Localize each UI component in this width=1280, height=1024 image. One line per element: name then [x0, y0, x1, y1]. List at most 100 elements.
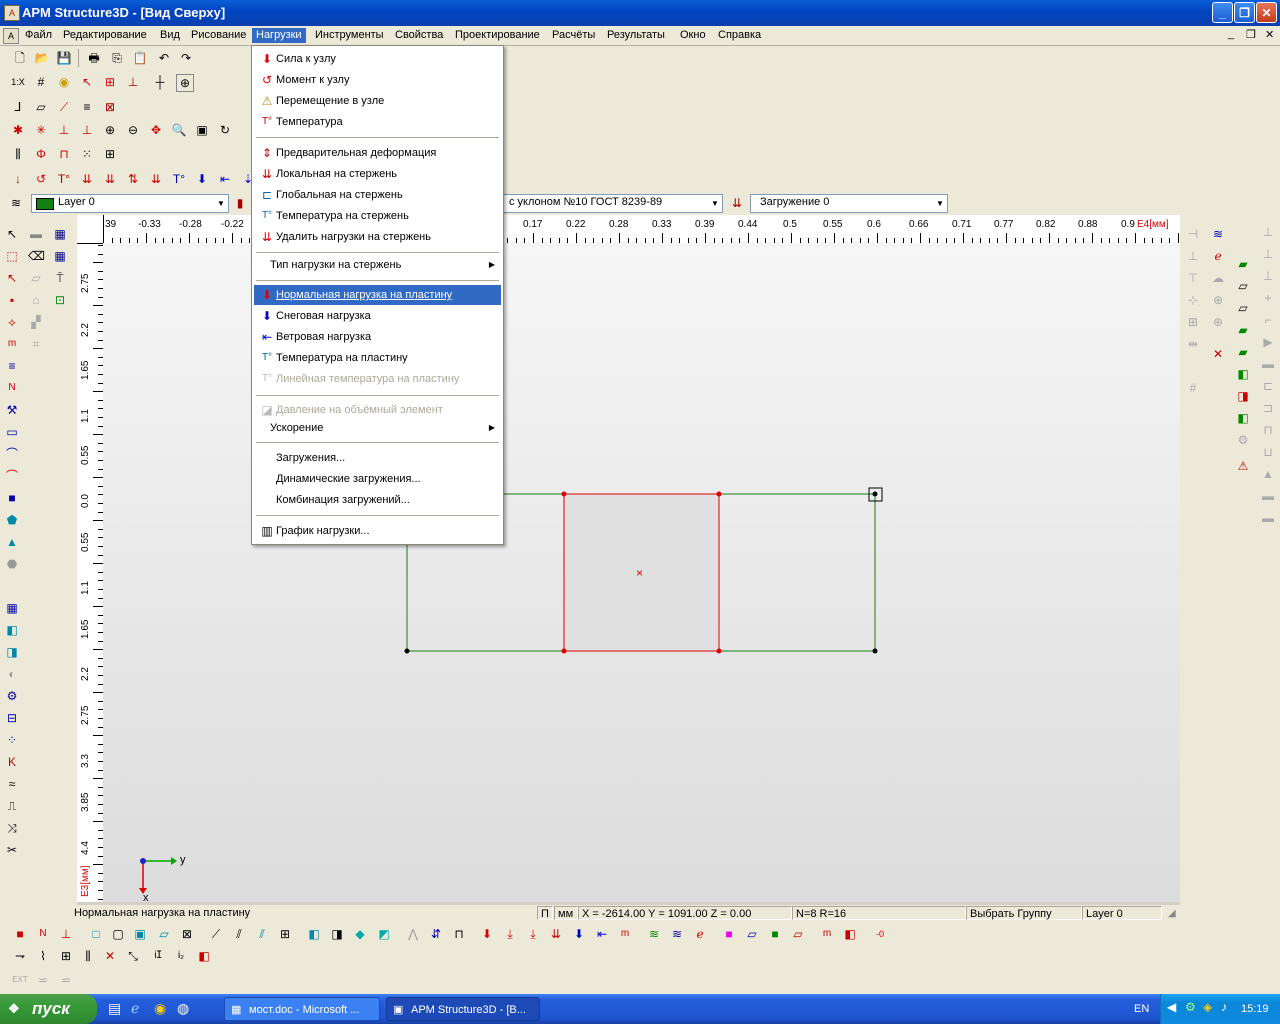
menu-calc[interactable]: Расчёты [548, 28, 599, 43]
palette-icon[interactable]: ◉ [56, 74, 72, 90]
r-gray25-icon[interactable]: ▬ [1260, 510, 1276, 526]
menu-item-node-displacement[interactable]: ⚠ Перемещение в узле [254, 91, 501, 111]
axis-icon[interactable]: ⅃ [10, 99, 26, 115]
mesh-icon[interactable]: ⊠ [102, 99, 118, 115]
close-button[interactable]: ✕ [1256, 2, 1277, 23]
tool2-icon[interactable]: ⚙ [4, 688, 20, 704]
box-icon[interactable]: ▱ [33, 99, 49, 115]
b-m-icon[interactable]: m [819, 926, 835, 942]
section-icon[interactable]: ⫼ [10, 146, 26, 162]
r-e-icon[interactable]: ℯ [1210, 248, 1226, 264]
tool-icon[interactable]: ⚒ [4, 402, 20, 418]
node-add-icon[interactable]: ⟡ [4, 314, 20, 330]
r-gray14-icon[interactable]: ⊥ [1260, 268, 1276, 284]
b-e-icon[interactable]: ℯ [692, 926, 708, 942]
gray-tool2-icon[interactable]: ⌂ [28, 292, 44, 308]
arc2-icon[interactable]: ⌒ [4, 468, 20, 484]
b-line-icon[interactable]: ⟋ [208, 926, 224, 942]
plate-icon[interactable]: ≡ [79, 99, 95, 115]
app-icon[interactable]: A [4, 5, 20, 21]
bar-load2-icon[interactable]: ⇊ [102, 171, 118, 187]
chevron-down-icon[interactable]: ▼ [708, 195, 722, 212]
node-1[interactable] [404, 648, 410, 654]
force-icon[interactable]: ↓ [10, 171, 26, 187]
quicklaunch-desktop-icon[interactable]: ▤ [108, 1000, 121, 1017]
bar-load4-icon[interactable]: ⇊ [148, 171, 164, 187]
resize-grip-icon[interactable]: ◢ [1168, 908, 1176, 919]
b-cube-icon[interactable]: ◧ [306, 926, 322, 942]
hinge-icon[interactable]: Φ [33, 146, 49, 162]
menu-item-load-chart[interactable]: ▥ График нагрузки... [254, 521, 501, 541]
menu-item-dynamic-load-cases[interactable]: Динамические загружения... [254, 469, 501, 489]
r-cube3-icon[interactable]: ◧ [1235, 410, 1251, 426]
r-gray17-icon[interactable]: ▶ [1260, 334, 1276, 350]
bar-icon[interactable]: ⟋ [56, 99, 72, 115]
menu-item-wind-load[interactable]: ⇤ Ветровая нагрузка [254, 327, 501, 347]
b-wind-icon[interactable]: ⇤ [594, 926, 610, 942]
poly-icon[interactable]: ⬟ [4, 512, 20, 528]
zoom-out-icon[interactable]: ⊖ [125, 122, 141, 138]
undo-icon[interactable]: ↶ [156, 50, 172, 66]
bar-load3-icon[interactable]: ⇅ [125, 171, 141, 187]
r-layers-icon[interactable]: ≋ [1210, 226, 1226, 242]
r-gray18-icon[interactable]: ▬ [1260, 356, 1276, 372]
menu-item-temperature[interactable]: T° Температура [254, 112, 501, 132]
bar-temp-icon[interactable]: T° [171, 171, 187, 187]
menu-item-delete-bar-loads[interactable]: ⇊ Удалить нагрузки на стержень [254, 227, 501, 247]
menu-file[interactable]: Файл [21, 28, 56, 43]
disabled-icon[interactable]: ◐ [4, 666, 20, 682]
r-gray9-icon[interactable]: ⊕ [1210, 292, 1226, 308]
r-cross-icon[interactable]: ✕ [1210, 346, 1226, 362]
select-arrow-icon[interactable]: ↖ [4, 226, 20, 242]
r-gray10-icon[interactable]: ⊕ [1210, 314, 1226, 330]
copy-icon[interactable]: ⎘ [109, 50, 125, 66]
solid-icon[interactable]: ◧ [4, 622, 20, 638]
menu-edit[interactable]: Редактирование [59, 28, 151, 43]
node-2[interactable] [872, 648, 878, 654]
b3-tool-icon[interactable]: ⋍ [35, 972, 51, 988]
eraser-icon[interactable]: ⌫ [28, 248, 45, 264]
node-4[interactable] [561, 491, 567, 497]
b-plate2-icon[interactable]: ▢ [110, 926, 126, 942]
b-cube2-icon[interactable]: ◨ [329, 926, 345, 942]
support2-icon[interactable]: ⊥ [79, 122, 95, 138]
menu-properties[interactable]: Свойства [391, 28, 447, 43]
green-box-icon[interactable]: ⊡ [52, 292, 68, 308]
doc-icon[interactable]: A [3, 28, 19, 44]
b-mesh-icon[interactable]: ⊠ [179, 926, 195, 942]
print-icon[interactable]: 🖶 [86, 50, 102, 66]
layer-props-icon[interactable]: ▮ [232, 195, 248, 211]
warning-icon[interactable]: ⚠ [1235, 458, 1251, 474]
r-green2-icon[interactable]: ▰ [1235, 322, 1251, 338]
b2-tool4-icon[interactable]: ⤡ [125, 948, 141, 964]
menu-item-plate-linear-temperature[interactable]: T° Линейная температура на пластину [254, 369, 501, 389]
b-layer2-icon[interactable]: ≋ [669, 926, 685, 942]
zoom-fit-icon[interactable]: ▣ [194, 122, 210, 138]
r-gray24-icon[interactable]: ▬ [1260, 488, 1276, 504]
mass-icon[interactable]: m [4, 336, 20, 352]
quicklaunch-media-icon[interactable]: ◉ [154, 1000, 166, 1017]
view-icon[interactable]: ▬ [28, 226, 44, 242]
menu-tools[interactable]: Инструменты [311, 28, 388, 43]
b2-tool3-icon[interactable]: ⫼ [80, 948, 96, 964]
tray-volume-icon[interactable]: ♪ [1221, 1000, 1227, 1014]
language-indicator[interactable]: EN [1134, 1003, 1149, 1015]
r-gray11-icon[interactable]: ⚙ [1235, 432, 1251, 448]
b2-i2-icon[interactable]: i₂ [173, 948, 189, 964]
tray-app-icon[interactable]: ◈ [1203, 1000, 1212, 1014]
b-snow-icon[interactable]: ⬇ [571, 926, 587, 942]
b-plate-icon[interactable]: □ [88, 926, 104, 942]
b3-tool2-icon[interactable]: ⋍ [58, 972, 74, 988]
mdi-close-button[interactable]: ✕ [1265, 28, 1274, 41]
r-gray5-icon[interactable]: ⊞ [1185, 314, 1201, 330]
b2-it-icon[interactable]: iⵊ [150, 948, 166, 964]
b-table-icon[interactable]: ⊞ [277, 926, 293, 942]
b-cube4-icon[interactable]: ◩ [376, 926, 392, 942]
r-gray7-icon[interactable]: # [1185, 380, 1201, 396]
support-icon[interactable]: ⊥ [56, 122, 72, 138]
beam-icon[interactable]: ▭ [4, 424, 20, 440]
dots-icon[interactable]: ⁙ [79, 146, 95, 162]
mdi-minimize-button[interactable]: _ [1228, 28, 1234, 40]
node-3[interactable] [872, 491, 878, 497]
mesh-plate-icon[interactable]: ▦ [4, 600, 20, 616]
